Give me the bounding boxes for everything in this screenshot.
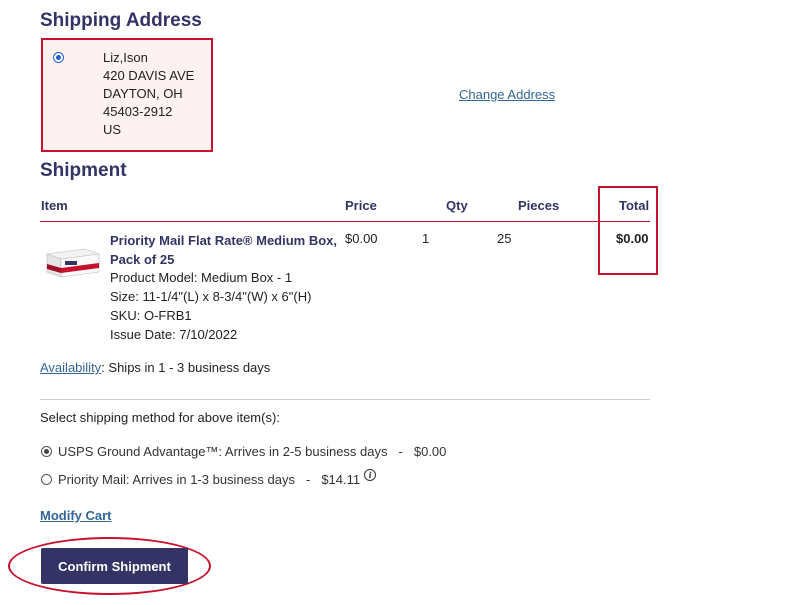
availability-row: Availability: Ships in 1 - 3 business da…: [40, 360, 270, 375]
product-name: Priority Mail Flat Rate® Medium Box, Pac…: [110, 233, 338, 267]
ground-separator: -: [398, 444, 403, 459]
address-name: Liz,Ison: [103, 50, 148, 65]
priority-separator: -: [305, 472, 311, 487]
info-icon[interactable]: i: [364, 468, 377, 481]
shipping-option-ground[interactable]: USPS Ground Advantage™: Arrives in 2-5 b…: [41, 444, 446, 459]
address-zip: 45403-2912: [103, 104, 173, 119]
confirm-shipment-button[interactable]: Confirm Shipment: [41, 548, 188, 584]
availability-link[interactable]: Availability: [40, 360, 101, 375]
shipping-method-prompt: Select shipping method for above item(s)…: [40, 410, 280, 425]
change-address-link[interactable]: Change Address: [459, 87, 555, 102]
column-price: Price: [345, 198, 377, 213]
address-block: Liz,Ison 420 DAVIS AVE DAYTON, OH 45403-…: [103, 49, 194, 139]
address-city-state: DAYTON, OH: [103, 86, 183, 101]
priority-radio[interactable]: [41, 474, 52, 485]
priority-price: $14.11: [321, 472, 361, 487]
item-qty: 1: [422, 231, 430, 246]
shipping-address-heading: Shipping Address: [40, 10, 202, 31]
item-price: $0.00: [345, 231, 378, 246]
shipping-box-icon: [46, 248, 100, 278]
item-total: $0.00: [616, 231, 649, 246]
product-issue-date: Issue Date: 7/10/2022: [110, 327, 238, 342]
shipment-heading: Shipment: [40, 160, 127, 181]
availability-text: : Ships in 1 - 3 business days: [101, 360, 271, 375]
column-pieces: Pieces: [518, 198, 560, 213]
ground-radio[interactable]: [41, 446, 52, 457]
ground-price: $0.00: [413, 444, 447, 459]
priority-label: Priority Mail: Arrives in 1-3 business d…: [58, 472, 295, 487]
item-pieces: 25: [497, 231, 512, 246]
address-street: 420 DAVIS AVE: [103, 68, 195, 83]
shipping-option-priority[interactable]: Priority Mail: Arrives in 1-3 business d…: [41, 468, 377, 487]
product-model: Product Model: Medium Box - 1: [110, 270, 293, 285]
column-item: Item: [41, 198, 68, 213]
modify-cart-link[interactable]: Modify Cart: [40, 508, 112, 523]
product-size: Size: 11-1/4"(L) x 8-3/4"(W) x 6"(H): [110, 289, 312, 304]
column-qty: Qty: [446, 198, 468, 213]
address-country: US: [103, 122, 122, 137]
section-divider: [40, 399, 650, 400]
address-radio[interactable]: [53, 52, 64, 63]
product-sku: SKU: O-FRB1: [110, 308, 192, 323]
ground-label: USPS Ground Advantage™: Arrives in 2-5 b…: [58, 444, 388, 459]
header-divider: [40, 221, 650, 222]
